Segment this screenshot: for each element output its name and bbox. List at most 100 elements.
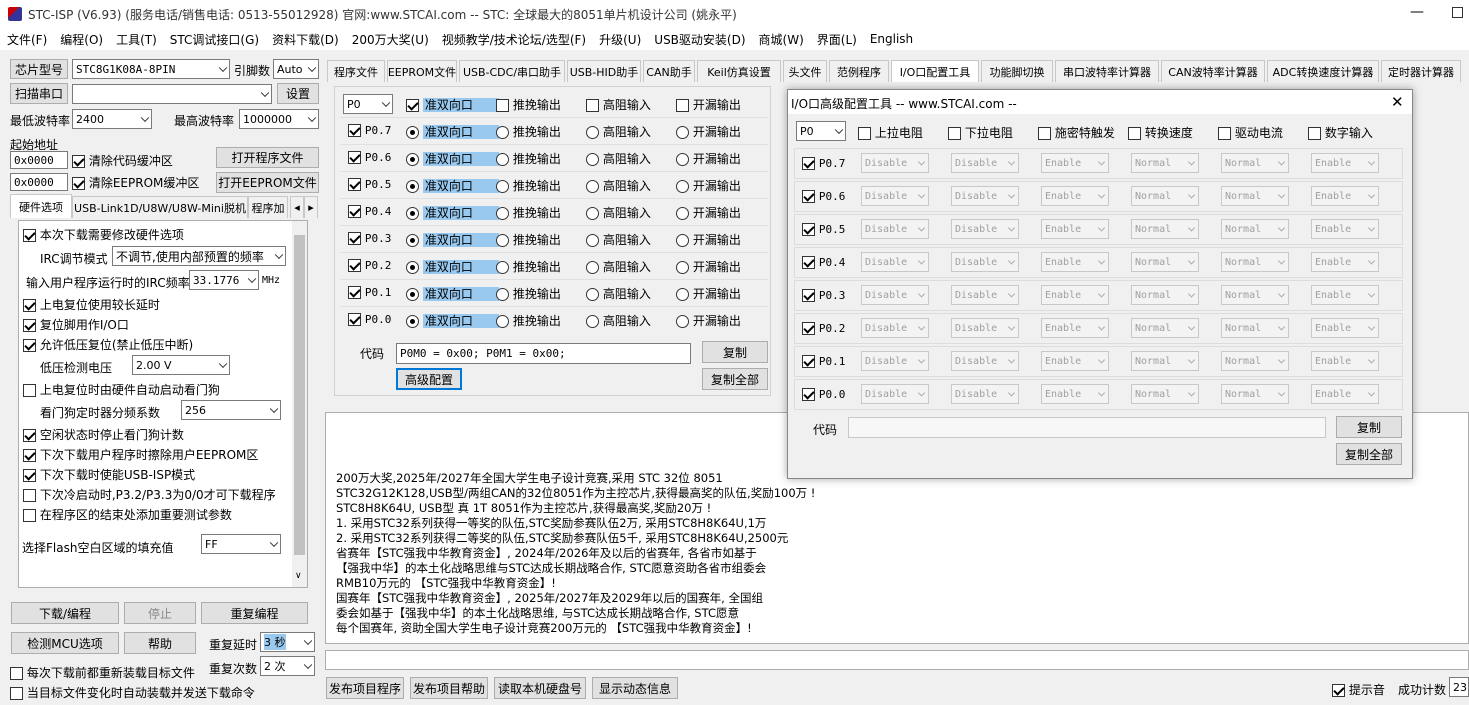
open-program-button[interactable]: 打开程序文件 bbox=[216, 147, 319, 168]
dialog-option-select[interactable]: Enable bbox=[1311, 252, 1379, 272]
io-opendrain-radio[interactable]: 开漏输出 bbox=[676, 177, 741, 194]
test-params-checkbox[interactable]: 在程序区的结束处添加重要测试参数 bbox=[23, 506, 232, 523]
dialog-option-select[interactable]: Normal bbox=[1221, 384, 1289, 404]
io-highz-radio[interactable]: 高阻输入 bbox=[586, 258, 651, 275]
auto-send-checkbox[interactable]: 当目标文件变化时自动装载并发送下载命令 bbox=[10, 684, 255, 701]
dialog-option-select[interactable]: Normal bbox=[1221, 285, 1289, 305]
minimize-button[interactable]: — bbox=[1410, 4, 1424, 20]
dialog-option-select[interactable]: Normal bbox=[1221, 318, 1289, 338]
io-highz-radio[interactable]: 高阻输入 bbox=[586, 150, 651, 167]
dialog-option-select[interactable]: Disable bbox=[861, 153, 929, 173]
io-pushpull-radio[interactable]: 推挽输出 bbox=[496, 312, 561, 329]
menu-award[interactable]: 200万大奖(U) bbox=[352, 31, 429, 48]
dialog-option-select[interactable]: Disable bbox=[861, 351, 929, 371]
all-quasi-checkbox[interactable]: 准双向口 bbox=[406, 96, 499, 113]
drive-checkbox[interactable]: 驱动电流 bbox=[1218, 124, 1283, 141]
check-mcu-button[interactable]: 检测MCU选项 bbox=[11, 632, 119, 654]
io-copy-button[interactable]: 复制 bbox=[702, 341, 768, 363]
menu-video[interactable]: 视频教学/技术论坛/选型(F) bbox=[442, 31, 586, 48]
dialog-option-select[interactable]: Enable bbox=[1041, 219, 1109, 239]
tab-program-add[interactable]: 程序加 bbox=[248, 196, 288, 218]
io-highz-radio[interactable]: 高阻输入 bbox=[586, 177, 651, 194]
dialog-option-select[interactable]: Normal bbox=[1131, 318, 1199, 338]
dialog-option-select[interactable]: Disable bbox=[861, 186, 929, 206]
dialog-pin-checkbox[interactable]: P0.5 bbox=[802, 222, 845, 236]
stop-button[interactable]: 停止 bbox=[124, 602, 196, 624]
scrollbar-thumb[interactable] bbox=[294, 235, 305, 555]
io-pin-checkbox[interactable]: P0.6 bbox=[348, 150, 391, 164]
publish-program-button[interactable]: 发布项目程序 bbox=[326, 677, 404, 699]
io-pin-checkbox[interactable]: P0.2 bbox=[348, 258, 391, 272]
dialog-option-select[interactable]: Enable bbox=[1041, 351, 1109, 371]
reload-checkbox[interactable]: 每次下载前都重新装载目标文件 bbox=[10, 664, 195, 681]
io-pushpull-radio[interactable]: 推挽输出 bbox=[496, 231, 561, 248]
dialog-option-select[interactable]: Disable bbox=[951, 186, 1019, 206]
tab-can-baud[interactable]: CAN波特率计算器 bbox=[1161, 60, 1265, 82]
wdt-auto-checkbox[interactable]: 上电复位时由硬件自动启动看门狗 bbox=[23, 381, 220, 398]
tab-hardware[interactable]: 硬件选项 bbox=[10, 194, 72, 218]
dialog-option-select[interactable]: Disable bbox=[951, 318, 1019, 338]
dialog-option-select[interactable]: Normal bbox=[1131, 186, 1199, 206]
io-quasi-radio[interactable]: 准双向口 bbox=[406, 204, 499, 221]
dialog-copy-button[interactable]: 复制 bbox=[1336, 416, 1402, 438]
dialog-option-select[interactable]: Normal bbox=[1221, 186, 1289, 206]
tab-adc-speed[interactable]: ADC转换速度计算器 bbox=[1267, 60, 1379, 82]
dialog-pin-checkbox[interactable]: P0.7 bbox=[802, 156, 845, 170]
scan-port-button[interactable]: 扫描串口 bbox=[10, 83, 68, 104]
dialog-pin-checkbox[interactable]: P0.6 bbox=[802, 189, 845, 203]
io-opendrain-radio[interactable]: 开漏输出 bbox=[676, 204, 741, 221]
io-pushpull-radio[interactable]: 推挽输出 bbox=[496, 123, 561, 140]
tab-header-file[interactable]: 头文件 bbox=[783, 60, 827, 82]
all-highz-checkbox[interactable]: 高阻输入 bbox=[586, 96, 651, 113]
io-highz-radio[interactable]: 高阻输入 bbox=[586, 231, 651, 248]
io-pin-checkbox[interactable]: P0.1 bbox=[348, 285, 391, 299]
open-eeprom-button[interactable]: 打开EEPROM文件 bbox=[216, 172, 319, 193]
io-highz-radio[interactable]: 高阻输入 bbox=[586, 123, 651, 140]
read-disk-button[interactable]: 读取本机硬盘号 bbox=[494, 677, 586, 699]
tab-timer-calc[interactable]: 定时器计算器 bbox=[1381, 60, 1461, 82]
dialog-option-select[interactable]: Enable bbox=[1311, 153, 1379, 173]
tip-sound-checkbox[interactable]: 提示音 bbox=[1332, 681, 1385, 698]
dialog-option-select[interactable]: Normal bbox=[1221, 153, 1289, 173]
tab-examples[interactable]: 范例程序 bbox=[829, 60, 889, 82]
dialog-option-select[interactable]: Enable bbox=[1041, 285, 1109, 305]
io-opendrain-radio[interactable]: 开漏输出 bbox=[676, 312, 741, 329]
dialog-option-select[interactable]: Enable bbox=[1311, 318, 1379, 338]
io-quasi-radio[interactable]: 准双向口 bbox=[406, 150, 499, 167]
min-baud-select[interactable]: 2400 bbox=[72, 109, 152, 129]
tab-pin-switch[interactable]: 功能脚切换 bbox=[981, 60, 1053, 82]
io-opendrain-radio[interactable]: 开漏输出 bbox=[676, 258, 741, 275]
pulldown-checkbox[interactable]: 下拉电阻 bbox=[948, 124, 1013, 141]
irc-freq-select[interactable]: 33.1776 bbox=[189, 270, 259, 290]
tab-uart-baud[interactable]: 串口波特率计算器 bbox=[1055, 60, 1159, 82]
dialog-pin-checkbox[interactable]: P0.4 bbox=[802, 255, 845, 269]
io-quasi-radio[interactable]: 准双向口 bbox=[406, 312, 499, 329]
io-opendrain-radio[interactable]: 开漏输出 bbox=[676, 285, 741, 302]
dialog-option-select[interactable]: Normal bbox=[1221, 351, 1289, 371]
io-pin-checkbox[interactable]: P0.5 bbox=[348, 177, 391, 191]
repeat-count-select[interactable]: 2 次 bbox=[260, 656, 315, 676]
dialog-option-select[interactable]: Enable bbox=[1311, 384, 1379, 404]
menu-usb-driver[interactable]: USB驱动安装(D) bbox=[654, 31, 745, 48]
io-quasi-radio[interactable]: 准双向口 bbox=[406, 123, 499, 140]
idle-wdt-checkbox[interactable]: 空闲状态时停止看门狗计数 bbox=[23, 426, 184, 443]
addr-eeprom-input[interactable]: 0x0000 bbox=[10, 173, 68, 191]
io-highz-radio[interactable]: 高阻输入 bbox=[586, 312, 651, 329]
io-pushpull-radio[interactable]: 推挽输出 bbox=[496, 285, 561, 302]
slew-checkbox[interactable]: 转换速度 bbox=[1128, 124, 1193, 141]
io-pin-checkbox[interactable]: P0.0 bbox=[348, 312, 391, 326]
io-port-select[interactable]: P0 bbox=[343, 94, 393, 114]
schmitt-checkbox[interactable]: 施密特触发 bbox=[1038, 124, 1115, 141]
io-pushpull-radio[interactable]: 推挽输出 bbox=[496, 258, 561, 275]
io-quasi-radio[interactable]: 准双向口 bbox=[406, 285, 499, 302]
reset-io-checkbox[interactable]: 复位脚用作I/O口 bbox=[23, 316, 129, 333]
download-button[interactable]: 下载/编程 bbox=[11, 602, 119, 624]
reprogram-button[interactable]: 重复编程 bbox=[201, 602, 308, 624]
io-pushpull-radio[interactable]: 推挽输出 bbox=[496, 177, 561, 194]
all-pushpull-checkbox[interactable]: 推挽输出 bbox=[496, 96, 561, 113]
tab-scroll-left[interactable]: ◂ bbox=[290, 196, 304, 218]
io-highz-radio[interactable]: 高阻输入 bbox=[586, 204, 651, 221]
dialog-option-select[interactable]: Disable bbox=[951, 285, 1019, 305]
dialog-option-select[interactable]: Enable bbox=[1041, 318, 1109, 338]
chevron-down-icon[interactable]: ∨ bbox=[295, 571, 302, 581]
